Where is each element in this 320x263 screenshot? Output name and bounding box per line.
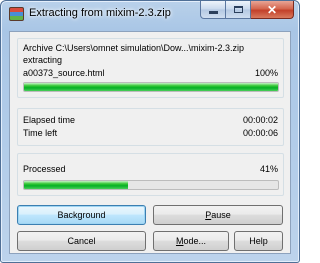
pause-button-label: Pause bbox=[205, 210, 231, 220]
time-group: Elapsed time 00:00:02 Time left 00:00:06 bbox=[17, 108, 284, 146]
minimize-icon bbox=[208, 11, 218, 14]
caption-buttons: ✕ bbox=[200, 1, 294, 19]
close-button[interactable]: ✕ bbox=[251, 1, 294, 19]
title-bar[interactable]: Extracting from mixim-2.3.zip ✕ bbox=[1, 1, 299, 28]
total-progress-bar bbox=[23, 180, 279, 190]
file-progress-bar bbox=[23, 82, 279, 92]
processed-row: Processed 41% bbox=[23, 164, 278, 175]
processed-group: Processed 41% bbox=[17, 153, 284, 196]
winrar-books-icon[interactable] bbox=[9, 7, 24, 21]
current-file-name: a00373_source.html bbox=[23, 68, 105, 78]
maximize-icon bbox=[233, 6, 243, 13]
maximize-button[interactable] bbox=[226, 1, 251, 19]
cancel-button[interactable]: Cancel bbox=[17, 231, 146, 251]
help-button[interactable]: Help bbox=[234, 231, 283, 251]
time-left-label: Time left bbox=[23, 128, 58, 138]
minimize-button[interactable] bbox=[200, 1, 226, 19]
mode-button-label: Mode... bbox=[175, 236, 207, 246]
archive-group: Archive C:\Users\omnet simulation\Dow...… bbox=[17, 38, 284, 98]
file-progress-fill bbox=[24, 83, 278, 91]
time-left-value: 00:00:06 bbox=[242, 128, 278, 138]
extract-window: Extracting from mixim-2.3.zip ✕ Archive … bbox=[0, 0, 300, 263]
action-text: extracting bbox=[23, 55, 63, 65]
elapsed-value: 00:00:02 bbox=[242, 115, 278, 125]
window-title: Extracting from mixim-2.3.zip bbox=[29, 7, 171, 19]
help-button-label: Help bbox=[249, 236, 268, 246]
pause-button[interactable]: Pause bbox=[153, 205, 283, 225]
close-icon: ✕ bbox=[266, 2, 278, 17]
current-file-row: a00373_source.html 100% bbox=[23, 68, 278, 79]
time-left-row: Time left 00:00:06 bbox=[23, 128, 278, 139]
processed-percent: 41% bbox=[259, 164, 278, 174]
elapsed-row: Elapsed time 00:00:02 bbox=[23, 115, 278, 126]
total-progress-fill bbox=[24, 181, 129, 189]
background-button-label: Background bbox=[57, 210, 106, 220]
file-percent: 100% bbox=[254, 68, 278, 78]
archive-path-text: Archive C:\Users\omnet simulation\Dow...… bbox=[23, 43, 245, 53]
cancel-button-label: Cancel bbox=[67, 236, 96, 246]
elapsed-label: Elapsed time bbox=[23, 115, 76, 125]
mode-button[interactable]: Mode... bbox=[153, 231, 229, 251]
dialog-client-area: Archive C:\Users\omnet simulation\Dow...… bbox=[9, 31, 291, 254]
processed-label: Processed bbox=[23, 164, 66, 174]
background-button[interactable]: Background bbox=[17, 205, 146, 225]
